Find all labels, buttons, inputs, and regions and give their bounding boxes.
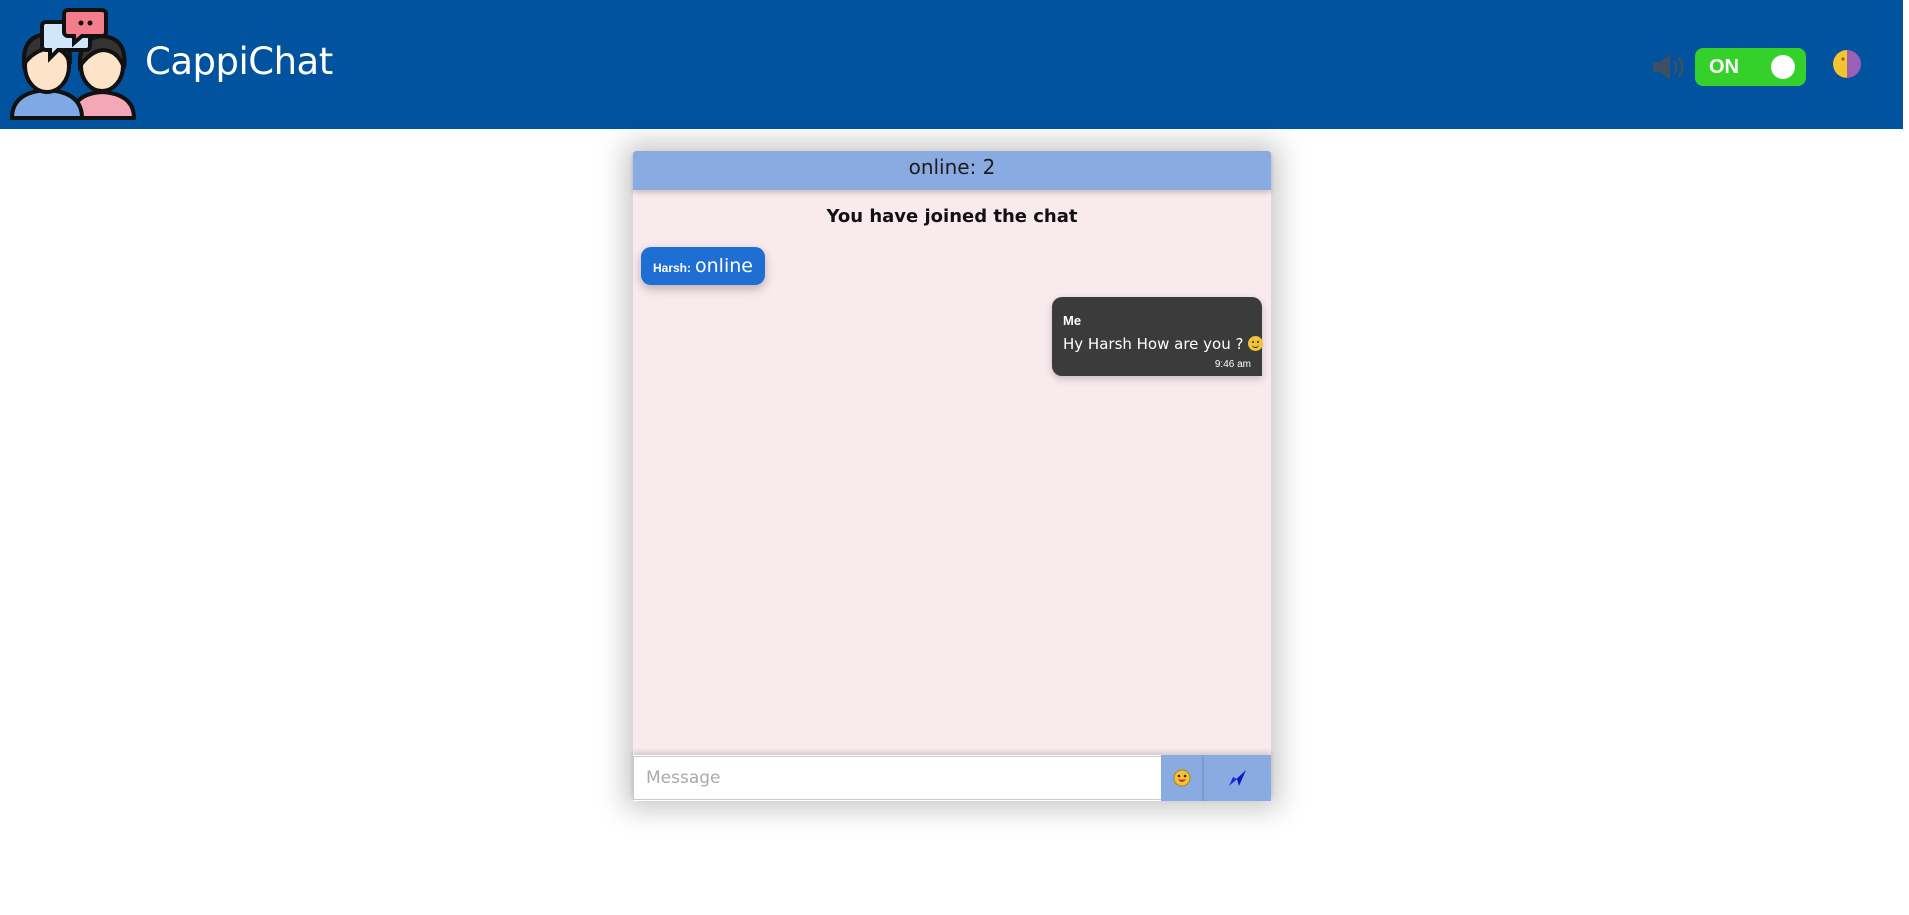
top-navbar: CappiChat ON	[0, 0, 1903, 129]
status-text: online	[695, 255, 753, 277]
chat-people-logo-icon	[10, 8, 136, 120]
emoji-button[interactable]	[1161, 755, 1202, 801]
outgoing-message: Me Hy Harsh How are you ? 9:46 am	[1052, 297, 1264, 376]
app-title: CappiChat	[145, 40, 333, 83]
status-user-name: Harsh	[653, 260, 688, 275]
send-button[interactable]	[1202, 755, 1271, 801]
toggle-label: ON	[1709, 56, 1739, 78]
message-composer	[633, 755, 1271, 801]
chat-window: online: 2 You have joined the chat Harsh…	[633, 151, 1271, 801]
message-input[interactable]	[633, 756, 1161, 800]
online-count-header: online: 2	[633, 151, 1271, 190]
speaker-icon[interactable]	[1650, 50, 1686, 84]
sound-toggle[interactable]: ON	[1695, 48, 1806, 86]
message-sender: Me	[1063, 313, 1082, 328]
smiley-emoji-icon	[1248, 336, 1264, 351]
scrollbar-gutter	[1903, 0, 1909, 915]
message-time: 9:46 am	[1214, 359, 1251, 370]
join-notice: You have joined the chat	[826, 206, 1078, 227]
send-arrow-icon	[1228, 770, 1246, 786]
message-text-row: Hy Harsh How are you ?	[1063, 335, 1264, 353]
message-text: Hy Harsh How are you ?	[1063, 335, 1244, 353]
user-status-bubble: Harsh: online	[641, 247, 765, 285]
status-separator: :	[687, 260, 692, 275]
toggle-knob	[1771, 55, 1795, 79]
smiley-emoji-icon	[1173, 769, 1190, 787]
half-moon-theme-icon[interactable]	[1832, 49, 1862, 79]
